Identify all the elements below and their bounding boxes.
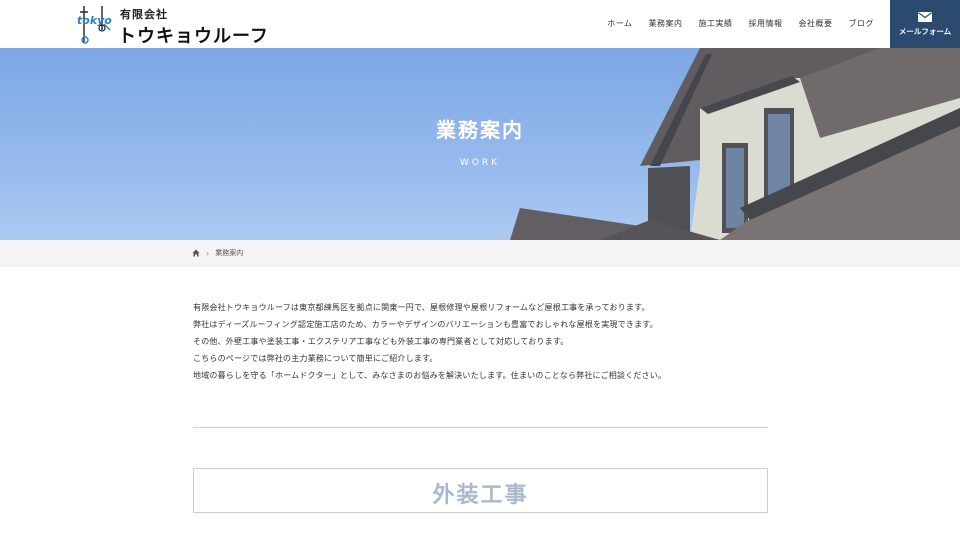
nav-works[interactable]: 施工実績	[691, 18, 741, 29]
section-heading-box: 外装工事	[193, 468, 768, 513]
hero-subtitle: WORK	[459, 158, 501, 168]
mail-form-label: メールフォーム	[898, 26, 952, 36]
nav-blog[interactable]: ブログ	[841, 18, 883, 29]
nav-recruit[interactable]: 採用情報	[741, 18, 791, 29]
intro-line: その他、外壁工事や塗装工事・エクステリア工事なども外装工事の専門業者として対応し…	[193, 337, 569, 346]
nav-home[interactable]: ホーム	[599, 18, 640, 29]
global-nav: ホーム 業務案内 施工実績 採用情報 会社概要 ブログ	[599, 18, 882, 29]
breadcrumb-current: 業務案内	[215, 249, 244, 257]
mail-form-button[interactable]: メールフォーム	[890, 0, 960, 48]
nav-company[interactable]: 会社概要	[791, 18, 841, 29]
company-name: トウキョウルーフ	[118, 26, 269, 47]
home-icon[interactable]	[192, 249, 200, 257]
site-logo[interactable]: tokyo 有限会社 トウキョウルーフ	[76, 4, 276, 47]
intro-line: こちらのページでは弊社の主力業務について簡単にご紹介します。	[193, 354, 438, 363]
section-title: 外装工事	[432, 483, 529, 508]
mail-icon	[918, 11, 932, 22]
section-divider	[193, 427, 768, 428]
hero-title: 業務案内	[436, 118, 524, 142]
logo-mark-icon: tokyo	[77, 6, 112, 44]
hero-banner: 業務案内 WORK	[0, 48, 960, 240]
breadcrumb: › 業務案内	[0, 240, 960, 267]
logo-text: tokyo	[77, 14, 112, 27]
intro-line: 弊社はディーズルーフィング認定施工店のため、カラーやデザインのバリエーションも豊…	[193, 320, 658, 329]
site-header: tokyo 有限会社 トウキョウルーフ ホーム 業務案内 施工実績 採用情報 会…	[0, 0, 960, 48]
chevron-right-icon: ›	[206, 248, 210, 258]
hero-overlay	[0, 48, 960, 240]
company-prefix: 有限会社	[120, 8, 168, 21]
intro-line: 地域の暮らしを守る「ホームドクター」として、みなさまのお悩みを解決いたします。住…	[193, 371, 667, 380]
intro-line: 有限会社トウキョウルーフは東京都練馬区を拠点に関東一円で、屋根修理や屋根リフォー…	[193, 303, 650, 312]
intro-text: 有限会社トウキョウルーフは東京都練馬区を拠点に関東一円で、屋根修理や屋根リフォー…	[193, 299, 773, 384]
nav-services[interactable]: 業務案内	[641, 18, 691, 29]
